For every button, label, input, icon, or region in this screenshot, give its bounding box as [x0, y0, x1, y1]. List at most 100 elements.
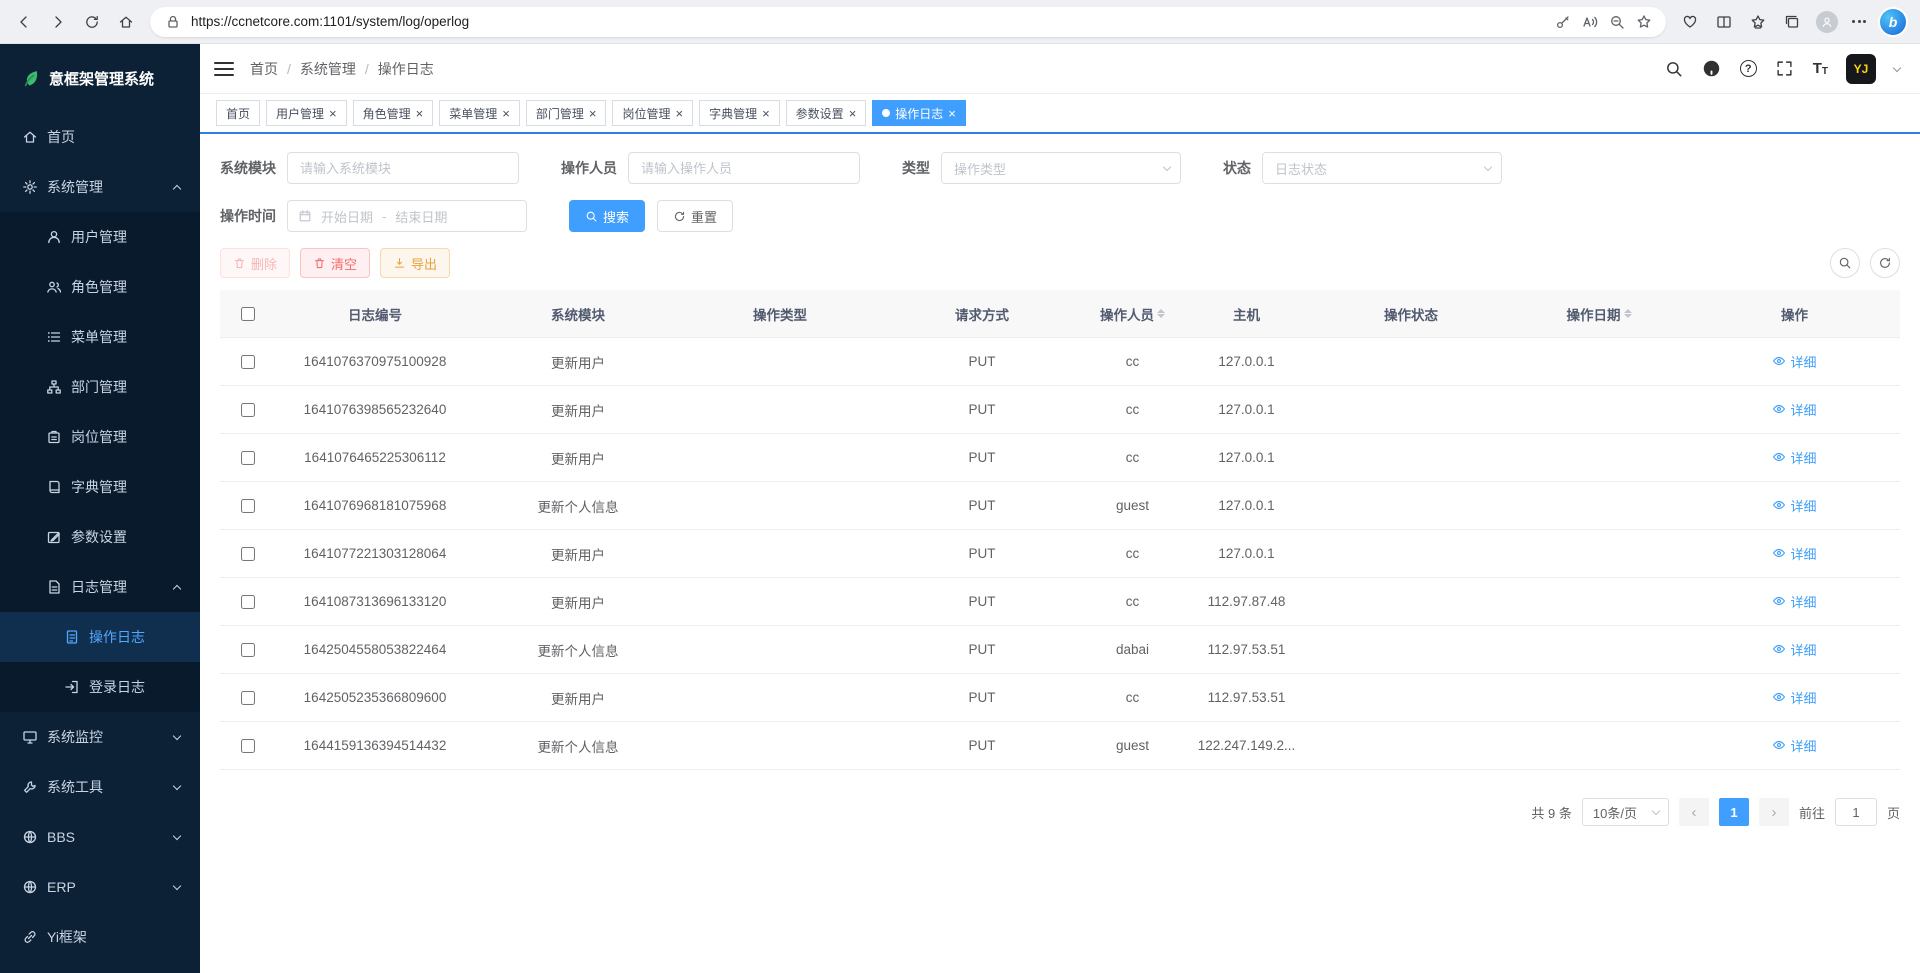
browser-forward-button[interactable] — [48, 12, 68, 32]
split-screen-icon[interactable] — [1714, 12, 1734, 32]
detail-link[interactable]: 详细 — [1772, 592, 1816, 611]
column-header[interactable]: 操作日期 — [1509, 304, 1689, 324]
row-checkbox[interactable] — [241, 595, 255, 609]
detail-link[interactable]: 详细 — [1772, 448, 1816, 467]
tab[interactable]: 操作日志 × — [872, 100, 966, 126]
clear-button[interactable]: 清空 — [300, 248, 370, 278]
sidebar-item-yi-framework[interactable]: Yi框架 — [0, 912, 200, 962]
browser-home-button[interactable] — [116, 12, 136, 32]
detail-link[interactable]: 详细 — [1772, 496, 1816, 515]
browser-essentials-icon[interactable] — [1680, 12, 1700, 32]
column-header[interactable]: 请求方式 — [879, 304, 1085, 324]
sidebar-item-login-log[interactable]: 登录日志 — [0, 662, 200, 712]
url-text[interactable]: https://ccnetcore.com:1101/system/log/op… — [191, 14, 1544, 29]
settings-more-icon[interactable] — [1852, 20, 1866, 23]
favorites-bar-icon[interactable] — [1748, 12, 1768, 32]
tab-close-icon[interactable]: × — [948, 107, 956, 120]
zoom-out-icon[interactable] — [1608, 13, 1625, 30]
goto-page-input[interactable] — [1835, 798, 1877, 826]
row-checkbox[interactable] — [241, 739, 255, 753]
browser-refresh-button[interactable] — [82, 12, 102, 32]
tab[interactable]: 首页 × — [216, 100, 260, 126]
operator-input[interactable] — [628, 152, 860, 184]
caret-down-icon[interactable] — [1893, 63, 1901, 71]
sidebar-item-bbs[interactable]: BBS — [0, 812, 200, 862]
sidebar-item-erp[interactable]: ERP — [0, 862, 200, 912]
detail-link[interactable]: 详细 — [1772, 688, 1816, 707]
export-button[interactable]: 导出 — [380, 248, 450, 278]
tab[interactable]: 岗位管理 × — [612, 100, 693, 126]
detail-link[interactable]: 详细 — [1772, 400, 1816, 419]
delete-button[interactable]: 删除 — [220, 248, 290, 278]
sidebar-item-post-mgmt[interactable]: 岗位管理 — [0, 412, 200, 462]
help-icon[interactable]: ? — [1740, 60, 1757, 77]
read-aloud-icon[interactable] — [1581, 13, 1598, 30]
reset-button[interactable]: 重置 — [657, 200, 733, 232]
copilot-icon[interactable]: b — [1880, 9, 1906, 35]
row-checkbox[interactable] — [241, 691, 255, 705]
tab-close-icon[interactable]: × — [329, 107, 337, 120]
column-header[interactable]: 主机 — [1180, 304, 1313, 324]
sidebar-item-system-monitor[interactable]: 系统监控 — [0, 712, 200, 762]
next-page-button[interactable]: › — [1759, 798, 1789, 826]
row-checkbox[interactable] — [241, 403, 255, 417]
sidebar-item-system-tools[interactable]: 系统工具 — [0, 762, 200, 812]
column-header[interactable]: 操作人员 — [1085, 304, 1180, 324]
page-number-button[interactable]: 1 — [1719, 798, 1749, 826]
github-icon[interactable] — [1702, 59, 1722, 79]
browser-back-button[interactable] — [14, 12, 34, 32]
status-select[interactable]: 日志状态 — [1262, 152, 1502, 184]
date-range-picker[interactable]: 开始日期 - 结束日期 — [287, 200, 527, 232]
search-icon[interactable] — [1664, 59, 1684, 79]
breadcrumb-item[interactable]: 系统管理 — [300, 59, 356, 79]
refresh-table-button[interactable] — [1870, 248, 1900, 278]
tab-close-icon[interactable]: × — [502, 107, 510, 120]
column-header[interactable]: 系统模块 — [475, 304, 681, 324]
toggle-search-button[interactable] — [1830, 248, 1860, 278]
row-checkbox[interactable] — [241, 499, 255, 513]
tab-close-icon[interactable]: × — [849, 107, 857, 120]
row-checkbox[interactable] — [241, 643, 255, 657]
breadcrumb-item[interactable]: 首页 — [250, 59, 278, 79]
sidebar-item-dept-mgmt[interactable]: 部门管理 — [0, 362, 200, 412]
browser-profile-avatar[interactable] — [1816, 11, 1838, 33]
row-checkbox[interactable] — [241, 547, 255, 561]
fullscreen-icon[interactable] — [1775, 59, 1795, 79]
font-size-icon[interactable]: TT — [1813, 60, 1828, 77]
sidebar-item-log-mgmt[interactable]: 日志管理 — [0, 562, 200, 612]
tab-close-icon[interactable]: × — [762, 107, 770, 120]
sidebar-item-menu-mgmt[interactable]: 菜单管理 — [0, 312, 200, 362]
tab[interactable]: 部门管理 × — [526, 100, 607, 126]
tab[interactable]: 角色管理 × — [353, 100, 434, 126]
detail-link[interactable]: 详细 — [1772, 736, 1816, 755]
detail-link[interactable]: 详细 — [1772, 544, 1816, 563]
tab-close-icon[interactable]: × — [416, 107, 424, 120]
sidebar-item-home[interactable]: 首页 — [0, 112, 200, 162]
sidebar-item-operation-log[interactable]: 操作日志 — [0, 612, 200, 662]
prev-page-button[interactable]: ‹ — [1679, 798, 1709, 826]
sidebar-item-dict-mgmt[interactable]: 字典管理 — [0, 462, 200, 512]
row-checkbox[interactable] — [241, 355, 255, 369]
page-size-select[interactable]: 10条/页 — [1582, 798, 1669, 826]
module-input[interactable] — [287, 152, 519, 184]
collapse-sidebar-button[interactable] — [214, 62, 234, 76]
select-all-checkbox[interactable] — [241, 307, 255, 321]
search-button[interactable]: 搜索 — [569, 200, 645, 232]
detail-link[interactable]: 详细 — [1772, 640, 1816, 659]
sort-icon[interactable] — [1157, 309, 1165, 318]
address-bar[interactable]: https://ccnetcore.com:1101/system/log/op… — [150, 7, 1666, 37]
type-select[interactable]: 操作类型 — [941, 152, 1181, 184]
sidebar-item-param-settings[interactable]: 参数设置 — [0, 512, 200, 562]
sidebar-item-system-mgmt[interactable]: 系统管理 — [0, 162, 200, 212]
column-header[interactable]: 操作 — [1689, 304, 1900, 324]
column-header[interactable]: 操作类型 — [681, 304, 879, 324]
add-favorite-icon[interactable] — [1635, 13, 1652, 30]
password-key-icon[interactable] — [1554, 13, 1571, 30]
tab[interactable]: 参数设置 × — [786, 100, 867, 126]
tab[interactable]: 菜单管理 × — [439, 100, 520, 126]
column-header[interactable]: 操作状态 — [1313, 304, 1509, 324]
user-avatar[interactable]: YJ — [1846, 54, 1876, 84]
sidebar-item-user-mgmt[interactable]: 用户管理 — [0, 212, 200, 262]
app-logo[interactable]: 意框架管理系统 — [0, 44, 200, 112]
collections-icon[interactable] — [1782, 12, 1802, 32]
